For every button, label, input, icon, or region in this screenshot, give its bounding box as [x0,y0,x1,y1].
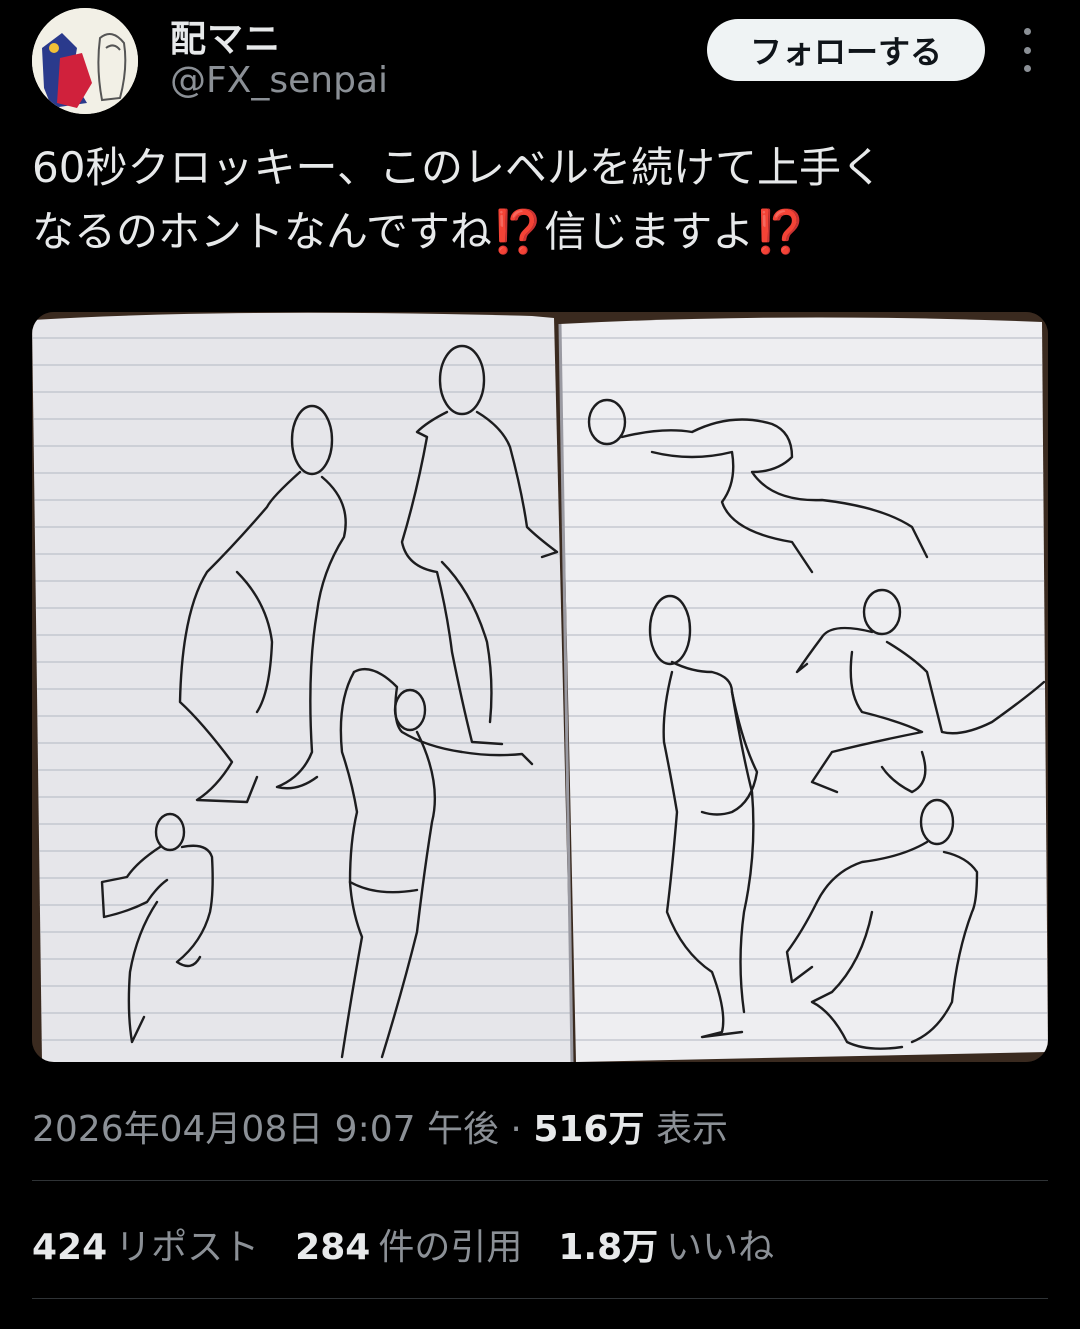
tweet-stats: 424 リポスト 284 件の引用 1.8万 いいね [32,1218,774,1270]
display-name[interactable]: 配マニ [170,10,281,62]
likes-label: いいね [666,1227,775,1268]
tweet-photo[interactable] [32,312,1048,1062]
quotes-stat[interactable]: 284 件の引用 [295,1218,522,1270]
handle[interactable]: @FX_senpai [170,60,388,101]
tweet-text-line-2: なるのホントなんですね⁉️信じますよ⁉️ [32,200,1042,264]
reposts-count: 424 [32,1227,108,1268]
tweet-text: 60秒クロッキー、このレベルを続けて上手く なるのホントなんですね⁉️信じますよ… [32,136,1042,264]
divider [32,1180,1048,1181]
views-label: 表示 [655,1109,728,1150]
divider [32,1298,1048,1299]
avatar-image [32,8,138,114]
tweet-datetime[interactable]: 2026年04月08日 9:07 午後 [32,1109,499,1150]
exclamation-question-emoji: ⁉️ [491,207,545,256]
follow-button[interactable]: フォローする [707,19,985,81]
quotes-count: 284 [295,1227,371,1268]
quotes-label: 件の引用 [378,1227,523,1268]
likes-stat[interactable]: 1.8万 いいね [558,1218,774,1270]
tweet-text-part: 信じますよ [544,207,755,256]
more-options-icon[interactable] [1010,28,1044,72]
sketchbook-drawing-image [32,312,1048,1062]
reposts-label: リポスト [115,1227,260,1268]
exclamation-question-emoji: ⁉️ [754,207,807,256]
avatar[interactable] [32,8,138,114]
meta-separator: · [510,1109,522,1150]
reposts-stat[interactable]: 424 リポスト [32,1218,259,1270]
tweet-text-part: なるのホントなんですね [32,207,492,256]
views-count: 516万 [533,1109,645,1150]
likes-count: 1.8万 [558,1227,659,1268]
tweet-text-line-1: 60秒クロッキー、このレベルを続けて上手く [32,143,884,192]
tweet-meta: 2026年04月08日 9:07 午後 · 516万 表示 [32,1100,728,1152]
